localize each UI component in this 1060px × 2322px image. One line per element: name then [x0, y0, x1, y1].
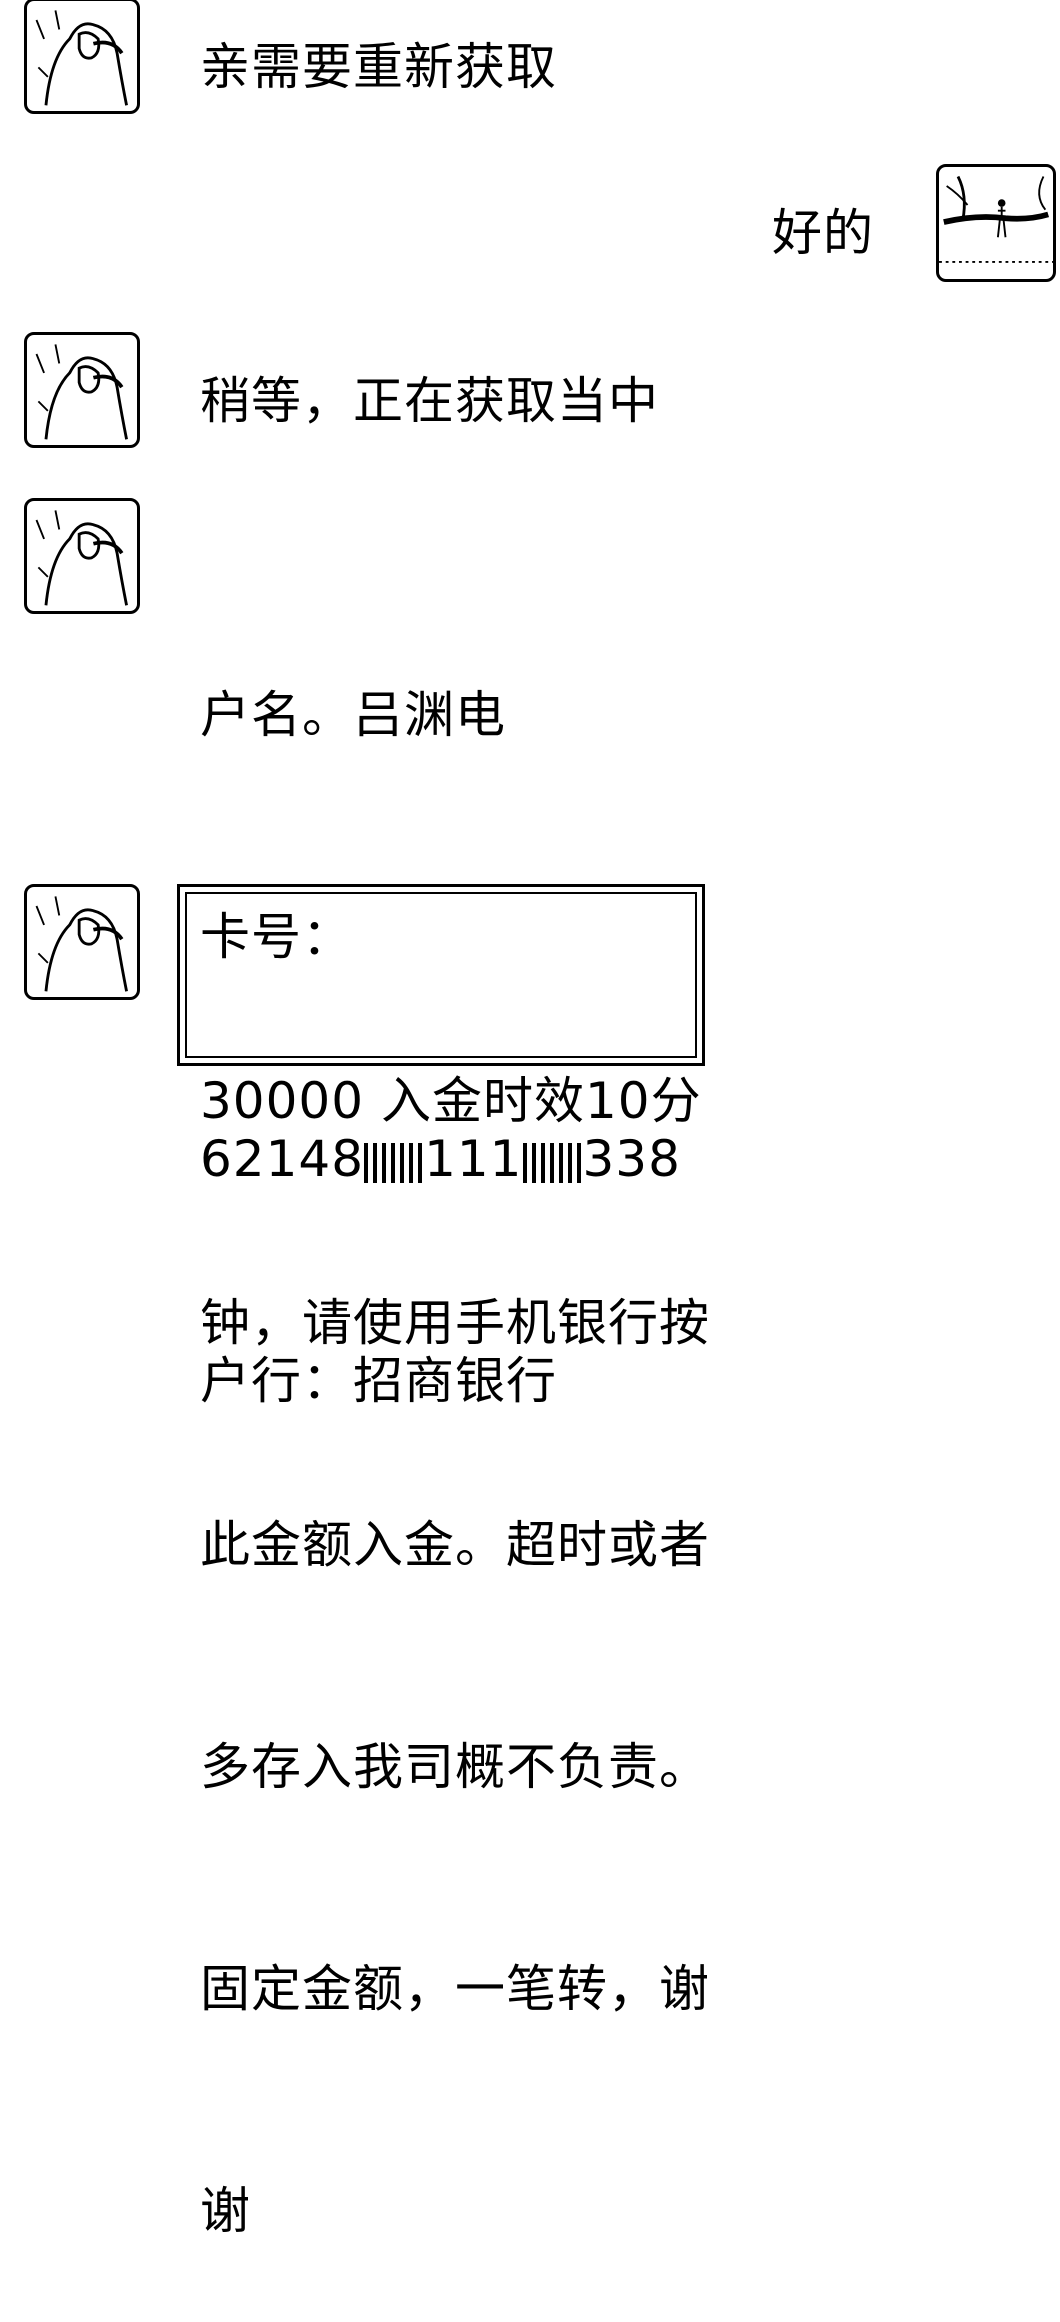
- message-line: 钟，请使用手机银行按: [200, 1294, 710, 1352]
- message-text: 好的: [772, 204, 874, 262]
- message-line: 此金额入金。超时或者: [200, 1516, 710, 1574]
- message-line: 多存入我司概不负责。: [200, 1738, 710, 1796]
- avatar-person-icon: [35, 344, 128, 440]
- avatar[interactable]: [24, 498, 140, 614]
- avatar-person-icon: [35, 10, 128, 106]
- avatar-person-icon: [35, 510, 128, 606]
- avatar[interactable]: [24, 884, 140, 1000]
- avatar-tree-icon: [939, 175, 1053, 263]
- avatar[interactable]: [936, 164, 1056, 282]
- message-line: 固定金额，一笔转，谢: [200, 1960, 710, 2018]
- message-line: 30000 入金时效10分: [200, 1072, 702, 1130]
- avatar[interactable]: [24, 0, 140, 114]
- avatar-person-icon: [35, 896, 128, 992]
- account-name: 户名。吕渊电: [200, 686, 506, 744]
- message-text: 30000 入金时效10分 钟，请使用手机银行按 此金额入金。超时或者 多存入我…: [200, 916, 710, 2322]
- message-line: 谢: [200, 2182, 251, 2240]
- message-text: 亲需要重新获取: [200, 38, 557, 96]
- avatar[interactable]: [24, 332, 140, 448]
- message-text: 稍等，正在获取当中: [200, 372, 659, 430]
